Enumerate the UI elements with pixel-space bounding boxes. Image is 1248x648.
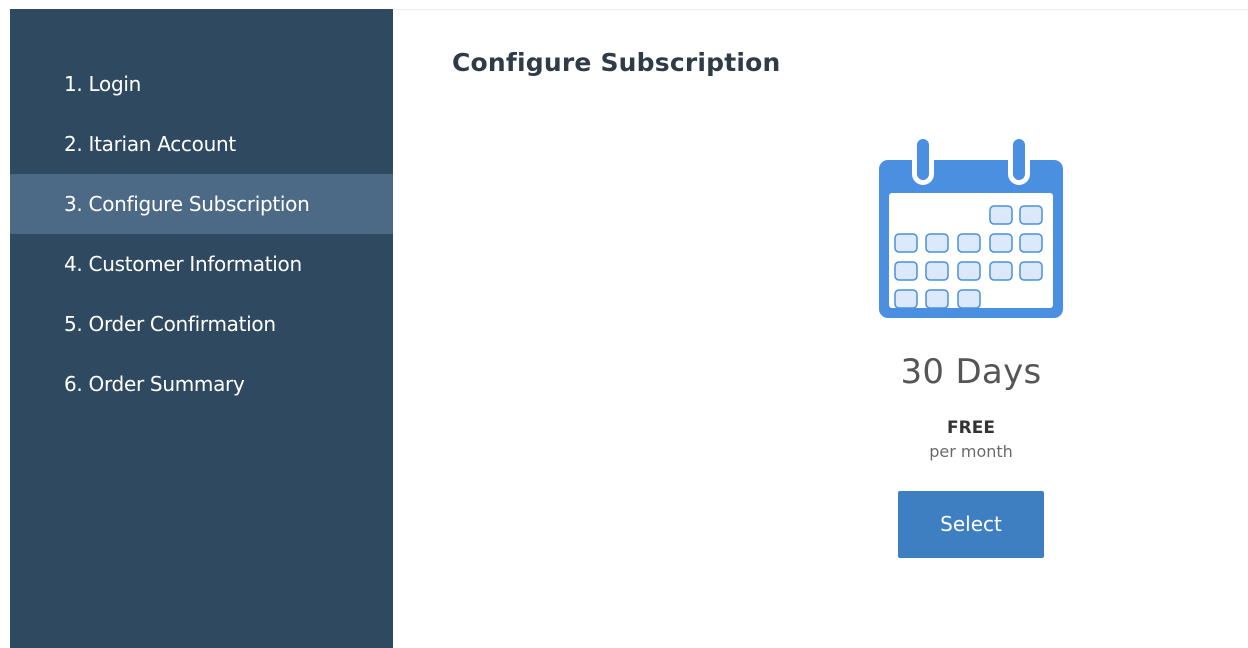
sidebar-item-order-confirmation[interactable]: 5. Order Confirmation [10,294,393,354]
page-title: Configure Subscription [452,48,781,77]
select-plan-button[interactable]: Select [898,491,1044,558]
steps-list: 1. Login 2. Itarian Account 3. Configure… [10,54,393,414]
plan-billing-period: per month [929,442,1013,461]
sidebar-item-configure-subscription[interactable]: 3. Configure Subscription [10,174,393,234]
calendar-icon [879,135,1063,318]
page: 1. Login 2. Itarian Account 3. Configure… [0,0,1248,648]
main-panel: Configure Subscription 30 Days FREE per … [394,9,1248,648]
plan-price: FREE [947,418,995,438]
sidebar-item-customer-information[interactable]: 4. Customer Information [10,234,393,294]
sidebar-item-order-summary[interactable]: 6. Order Summary [10,354,393,414]
plan-card: 30 Days FREE per month Select [843,130,1099,558]
sidebar-item-itarian-account[interactable]: 2. Itarian Account [10,114,393,174]
plan-duration: 30 Days [900,352,1042,392]
sidebar-item-login[interactable]: 1. Login [10,54,393,114]
steps-sidebar: 1. Login 2. Itarian Account 3. Configure… [10,9,393,648]
